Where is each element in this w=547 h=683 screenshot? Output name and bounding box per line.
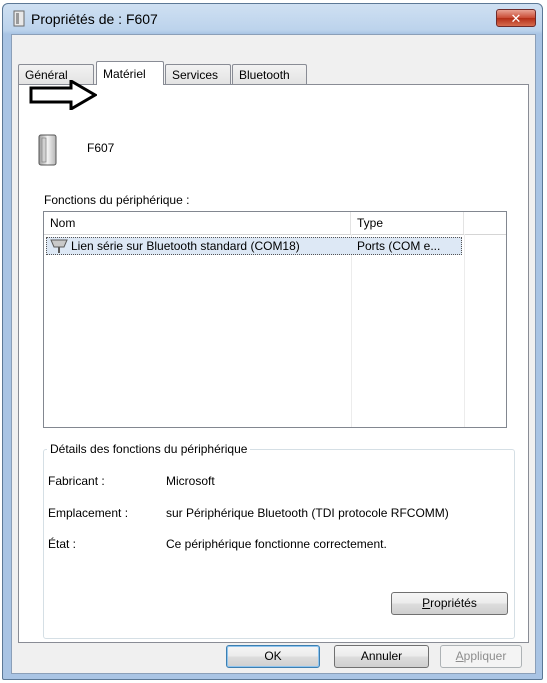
properties-access-key: P: [422, 596, 431, 610]
properties-button-label: ropriétés: [430, 596, 477, 610]
tab-services-label: Services: [172, 68, 219, 82]
location-label: Emplacement :: [48, 506, 129, 520]
ok-button-label: OK: [264, 649, 282, 663]
properties-button[interactable]: Propriétés: [391, 592, 508, 615]
functions-list[interactable]: Nom Type Lien série sur Bluetooth standa…: [43, 211, 507, 428]
manufacturer-value: Microsoft: [166, 474, 215, 488]
tab-services[interactable]: Services: [165, 64, 231, 84]
cancel-button-label: Annuler: [360, 649, 403, 663]
column-header-type-label: Type: [357, 216, 384, 230]
details-legend: Détails des fonctions du périphérique: [47, 442, 251, 456]
apply-button-label: ppliquer: [463, 649, 507, 663]
apply-button[interactable]: Appliquer: [440, 645, 522, 668]
column-separator: [464, 234, 465, 427]
properties-window: Propriétés de : F607 ✕ Général Matériel …: [2, 3, 543, 680]
column-header-type[interactable]: Type: [351, 212, 464, 234]
apply-access-key: A: [455, 649, 464, 663]
close-button[interactable]: ✕: [496, 9, 536, 27]
column-separator: [351, 234, 352, 427]
tab-bluetooth[interactable]: Bluetooth: [232, 64, 307, 84]
serial-port-icon: [50, 239, 68, 253]
list-header: Nom Type: [44, 212, 506, 235]
list-item-name: Lien série sur Bluetooth standard (COM18…: [71, 239, 300, 253]
functions-label: Fonctions du périphérique :: [44, 193, 190, 207]
window-title: Propriétés de : F607: [31, 11, 158, 27]
manufacturer-label: Fabricant :: [48, 474, 105, 488]
location-value: sur Périphérique Bluetooth (TDI protocol…: [166, 506, 449, 520]
ok-button[interactable]: OK: [226, 645, 320, 668]
device-tower-icon: [38, 134, 57, 166]
tab-bluetooth-label: Bluetooth: [239, 68, 290, 82]
tab-materiel-label: Matériel: [103, 67, 146, 81]
column-header-nom[interactable]: Nom: [44, 212, 351, 234]
list-item[interactable]: Lien série sur Bluetooth standard (COM18…: [46, 237, 462, 255]
right-arrow-icon: [29, 80, 97, 110]
tab-panel-materiel: F607 Fonctions du périphérique : Nom Typ…: [18, 84, 529, 643]
status-label: État :: [48, 537, 77, 551]
list-item-type: Ports (COM e...: [357, 239, 441, 253]
device-name: F607: [87, 141, 115, 155]
title-bar[interactable]: Propriétés de : F607 ✕: [3, 4, 542, 34]
status-value: Ce périphérique fonctionne correctement.: [166, 537, 387, 551]
device-tower-icon: [13, 10, 25, 27]
tab-materiel[interactable]: Matériel: [96, 61, 164, 85]
dialog-client-area: Général Matériel Services Bluetooth F607…: [11, 34, 536, 674]
column-header-nom-label: Nom: [50, 216, 76, 230]
cancel-button[interactable]: Annuler: [334, 645, 429, 668]
